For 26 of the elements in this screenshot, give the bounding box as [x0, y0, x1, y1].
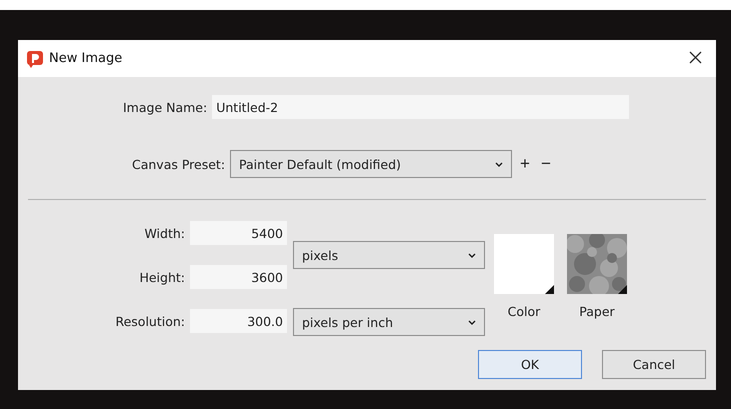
field-label: Height: [138, 270, 185, 284]
cancel-button[interactable]: Cancel [602, 350, 706, 379]
number-field[interactable]: 300.0 [190, 309, 287, 333]
chevron-down-icon [468, 320, 476, 324]
field-label: Width: [143, 226, 185, 240]
swatch-label: Color [508, 304, 540, 319]
field-label: Image Name: [123, 100, 208, 114]
unit-dropdown[interactable]: pixels per inch [293, 308, 485, 336]
ok-button[interactable]: OK [478, 350, 582, 379]
remove-preset-button[interactable]: − [538, 154, 554, 174]
field-label: Canvas Preset: [132, 156, 226, 172]
close-icon [689, 51, 702, 64]
app-logo-icon [26, 50, 44, 68]
chevron-down-icon [468, 252, 476, 258]
number-field[interactable]: 3600 [190, 265, 287, 289]
color-swatch[interactable] [494, 234, 554, 294]
number-field[interactable]: 5400 [190, 221, 287, 245]
unit-dropdown[interactable]: pixels [293, 241, 485, 269]
swatch-label: Paper [579, 304, 615, 319]
field-label: Resolution: [114, 314, 185, 328]
image-name-field[interactable]: Untitled-2 [212, 95, 630, 119]
add-preset-button[interactable]: + [517, 154, 533, 174]
chevron-down-icon [495, 162, 504, 166]
window-title: New Image [49, 51, 124, 66]
paper-swatch[interactable] [567, 234, 627, 294]
canvas-preset-dropdown[interactable]: Painter Default (modified) [230, 150, 512, 178]
